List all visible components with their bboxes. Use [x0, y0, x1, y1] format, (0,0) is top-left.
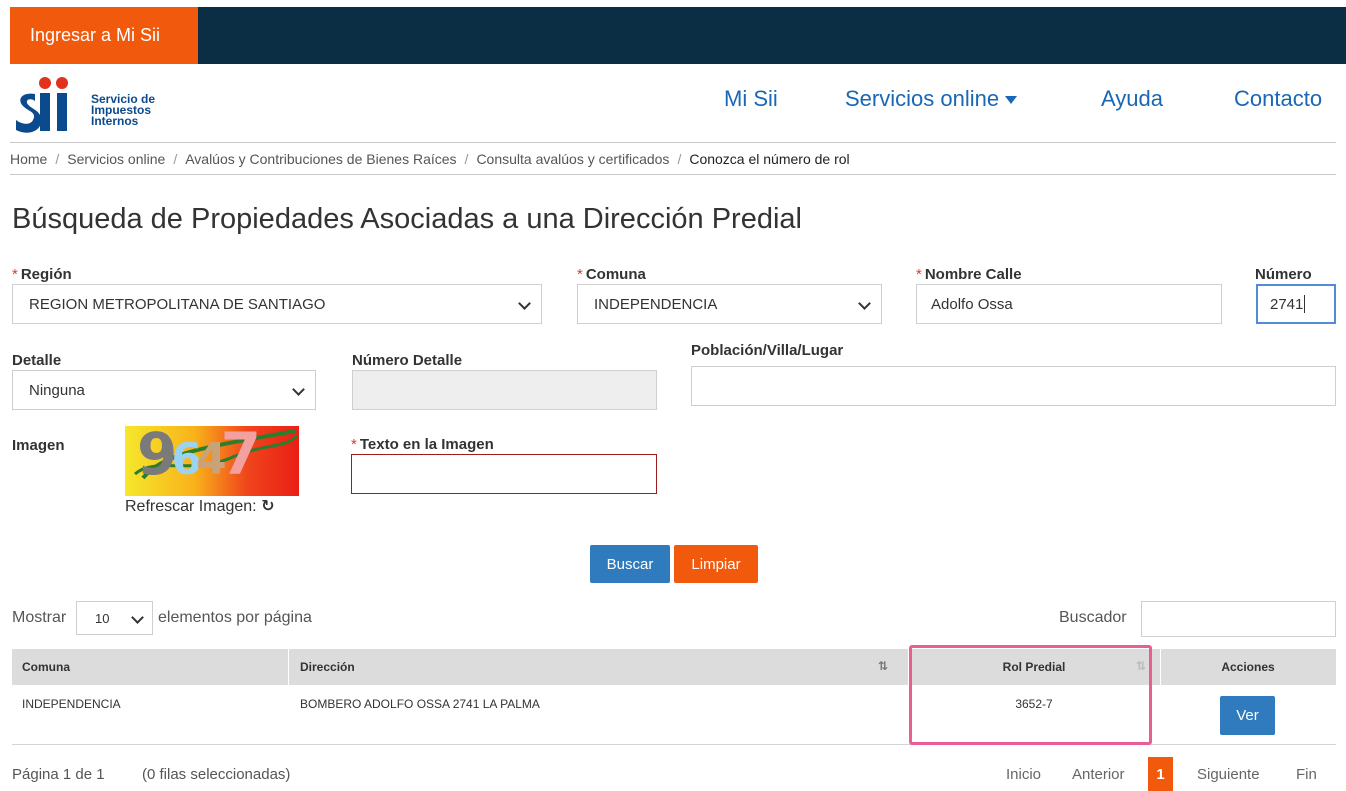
cell-comuna: INDEPENDENCIA [22, 697, 121, 711]
page-size-select[interactable]: 10 [76, 601, 153, 635]
text-cursor [1304, 295, 1306, 313]
ingresar-mi-sii-button[interactable]: Ingresar a Mi Sii [10, 7, 198, 64]
detalle-label: Detalle [12, 352, 62, 369]
pagination-siguiente[interactable]: Siguiente [1197, 766, 1260, 783]
comuna-label-text: Comuna [585, 266, 646, 283]
breadcrumb-current: Conozca el número de rol [689, 150, 850, 167]
imagen-label: Imagen [12, 437, 65, 454]
refresh-image[interactable]: Refrescar Imagen: ↻ [125, 496, 274, 516]
comuna-value: INDEPENDENCIA [594, 295, 718, 313]
nav-ayuda[interactable]: Ayuda [1101, 86, 1163, 112]
region-label-text: Región [20, 266, 72, 283]
refresh-label: Refrescar Imagen: [125, 498, 257, 515]
nav-servicios-online[interactable]: Servicios online [845, 86, 1018, 112]
sii-logo-icon [16, 77, 68, 133]
chevron-down-icon [858, 297, 871, 310]
pagination-inicio[interactable]: Inicio [1006, 766, 1041, 783]
numero-value: 2741 [1270, 295, 1304, 313]
region-select[interactable]: REGION METROPOLITANA DE SANTIAGO [12, 284, 542, 324]
mostrar-label: Mostrar [12, 609, 67, 626]
breadcrumb-separator: / [55, 150, 60, 167]
nav-mi-sii[interactable]: Mi Sii [724, 86, 778, 112]
numero-detalle-input[interactable] [352, 370, 657, 410]
detalle-select[interactable]: Ninguna [12, 370, 316, 410]
top-bar: Ingresar a Mi Sii [10, 7, 1346, 64]
column-comuna[interactable]: Comuna [22, 649, 70, 685]
breadcrumb-separator: / [677, 150, 682, 167]
site-header: Servicio de Impuestos Internos Mi Sii Se… [10, 64, 1346, 142]
texto-imagen-label: * Texto en la Imagen [351, 436, 494, 453]
required-mark: * [12, 266, 18, 283]
poblacion-label: Población/Villa/Lugar [691, 342, 844, 359]
required-mark: * [351, 436, 357, 453]
comuna-label: * Comuna [577, 266, 646, 283]
nav-contacto[interactable]: Contacto [1234, 86, 1322, 112]
highlight-box [909, 645, 1152, 745]
captcha-text: 9647 [137, 426, 261, 488]
logo-text: Servicio de Impuestos Internos [91, 93, 155, 128]
calle-label: * Nombre Calle [916, 266, 1022, 283]
region-label: * Región [12, 266, 72, 283]
limpiar-button[interactable]: Limpiar [674, 545, 758, 583]
numero-label: Número [1255, 266, 1312, 283]
captcha-image: 9647 [125, 426, 299, 496]
breadcrumb-separator: / [464, 150, 469, 167]
chevron-down-icon [518, 297, 531, 310]
buscador-label: Buscador [1059, 609, 1127, 626]
sort-icon[interactable]: ⇅ [878, 659, 888, 673]
breadcrumb-home[interactable]: Home [10, 151, 47, 167]
refresh-icon[interactable]: ↻ [261, 498, 274, 515]
comuna-select[interactable]: INDEPENDENCIA [577, 284, 882, 324]
ver-button[interactable]: Ver [1220, 696, 1275, 735]
required-mark: * [916, 266, 922, 283]
pagination-anterior[interactable]: Anterior [1072, 766, 1125, 783]
logo-line-3: Internos [91, 114, 139, 128]
calle-label-text: Nombre Calle [924, 266, 1022, 283]
breadcrumb-consulta[interactable]: Consulta avalúos y certificados [476, 151, 669, 167]
texto-imagen-input[interactable] [351, 454, 657, 494]
page-info: Página 1 de 1 [12, 766, 105, 783]
column-direccion[interactable]: Dirección [300, 649, 355, 685]
breadcrumb: Home / Servicios online / Avalúos y Cont… [10, 142, 1336, 175]
pagination-current-page[interactable]: 1 [1148, 757, 1173, 791]
numero-input[interactable]: 2741 [1256, 284, 1336, 324]
breadcrumb-separator: / [173, 150, 178, 167]
poblacion-input[interactable] [691, 366, 1336, 406]
detalle-value: Ninguna [29, 381, 85, 399]
required-mark: * [577, 266, 583, 283]
page-size-value: 10 [95, 610, 110, 626]
region-value: REGION METROPOLITANA DE SANTIAGO [29, 295, 326, 313]
breadcrumb-servicios[interactable]: Servicios online [67, 151, 165, 167]
column-divider [288, 649, 289, 685]
page-title: Búsqueda de Propiedades Asociadas a una … [12, 203, 802, 235]
nav-servicios-label: Servicios online [845, 86, 1000, 111]
nombre-calle-input[interactable]: Adolfo Ossa [916, 284, 1222, 324]
numero-detalle-label: Número Detalle [352, 352, 463, 369]
texto-imagen-label-text: Texto en la Imagen [359, 436, 494, 453]
chevron-down-icon [292, 383, 305, 396]
column-acciones: Acciones [1221, 660, 1275, 674]
breadcrumb-avaluos[interactable]: Avalúos y Contribuciones de Bienes Raíce… [185, 151, 456, 167]
caret-down-icon [1005, 96, 1018, 105]
per-page-label: elementos por página [158, 609, 312, 626]
pagination-fin[interactable]: Fin [1296, 766, 1317, 783]
selected-info: (0 filas seleccionadas) [142, 766, 291, 783]
cell-direccion: BOMBERO ADOLFO OSSA 2741 LA PALMA [300, 697, 540, 711]
chevron-down-icon [131, 611, 144, 624]
buscador-input[interactable] [1141, 601, 1336, 637]
sii-logo[interactable]: Servicio de Impuestos Internos [13, 74, 173, 134]
buscar-button[interactable]: Buscar [590, 545, 670, 583]
